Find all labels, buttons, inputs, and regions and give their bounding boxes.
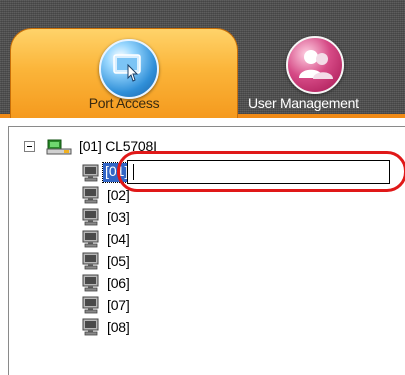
text-caret bbox=[133, 164, 134, 180]
port-access-icon bbox=[99, 39, 159, 99]
port-label: [05] bbox=[107, 253, 130, 269]
user-management-icon bbox=[286, 36, 344, 94]
computer-icon bbox=[81, 208, 101, 231]
computer-icon bbox=[81, 164, 101, 187]
computer-icon bbox=[81, 318, 101, 341]
computer-icon bbox=[81, 252, 101, 275]
tab-port-access-label: Port Access bbox=[88, 95, 160, 111]
port-label: [04] bbox=[107, 231, 130, 247]
top-tab-bar: Port Access User Management bbox=[0, 0, 405, 118]
tab-port-access[interactable]: Port Access bbox=[10, 28, 238, 118]
port-tree-panel: [01] CL5708I [01] [02] [03] [04] [05] [0… bbox=[8, 126, 405, 375]
tree-item-port[interactable]: [04] bbox=[81, 230, 161, 248]
computer-icon bbox=[81, 274, 101, 297]
collapse-toggle[interactable] bbox=[24, 141, 35, 152]
port-label: [02] bbox=[107, 187, 130, 203]
computer-icon bbox=[81, 296, 101, 319]
tree-item-port[interactable]: [02] bbox=[81, 186, 161, 204]
rename-port-input[interactable] bbox=[127, 160, 390, 184]
tab-user-management[interactable]: User Management bbox=[244, 36, 405, 114]
port-tree: [01] CL5708I [01] [02] [03] [04] [05] [0… bbox=[9, 127, 405, 375]
tree-item-port[interactable]: [03] bbox=[81, 208, 161, 226]
computer-icon bbox=[81, 186, 101, 209]
tab-user-management-label: User Management bbox=[248, 95, 359, 111]
tree-item-port[interactable]: [08] bbox=[81, 318, 161, 336]
tree-item-port[interactable]: [05] bbox=[81, 252, 161, 270]
tree-item-port[interactable]: [07] bbox=[81, 296, 161, 314]
port-label: [08] bbox=[107, 319, 130, 335]
computer-icon bbox=[81, 230, 101, 253]
port-label: [03] bbox=[107, 209, 130, 225]
tree-root-label[interactable]: [01] CL5708I bbox=[79, 138, 157, 154]
port-label: [07] bbox=[107, 297, 130, 313]
tree-item-port[interactable]: [06] bbox=[81, 274, 161, 292]
port-label: [06] bbox=[107, 275, 130, 291]
switch-icon bbox=[46, 137, 74, 162]
